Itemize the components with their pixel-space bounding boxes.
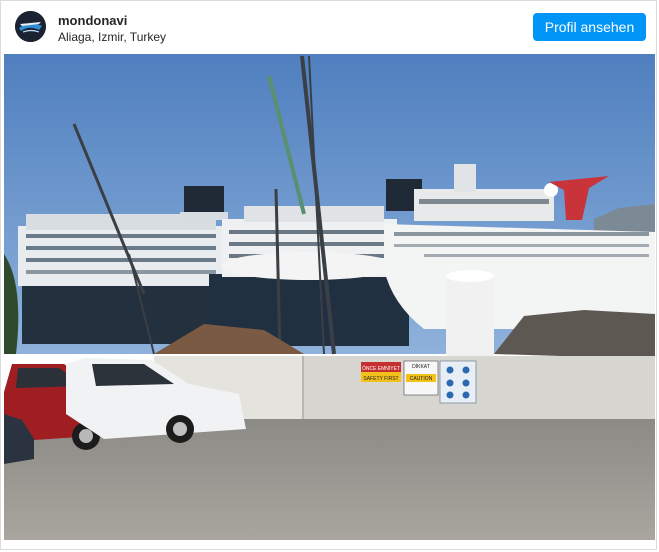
sign-safety-first: SAFETY FIRST	[363, 376, 398, 382]
post-photo[interactable]: ÖNCE EMNİYET SAFETY FIRST DİKKAT CAUTION	[4, 54, 655, 540]
sign-dikkat: DİKKAT	[412, 363, 430, 370]
sign-once-emniyet: ÖNCE EMNİYET	[362, 365, 400, 372]
avatar-logo-icon	[15, 11, 46, 42]
view-profile-button[interactable]: Profil ansehen	[533, 13, 646, 41]
instagram-post-card: mondonavi Aliaga, Izmir, Turkey Profil a…	[0, 0, 657, 550]
profile-avatar[interactable]	[15, 11, 46, 42]
username[interactable]: mondonavi	[58, 13, 127, 28]
storage-tank	[446, 270, 494, 356]
shipyard-scene: ÖNCE EMNİYET SAFETY FIRST DİKKAT CAUTION	[4, 54, 655, 540]
post-header: mondonavi Aliaga, Izmir, Turkey Profil a…	[1, 1, 656, 53]
location-link[interactable]: Aliaga, Izmir, Turkey	[58, 30, 166, 44]
sign-caution: CAUTION	[410, 376, 433, 382]
